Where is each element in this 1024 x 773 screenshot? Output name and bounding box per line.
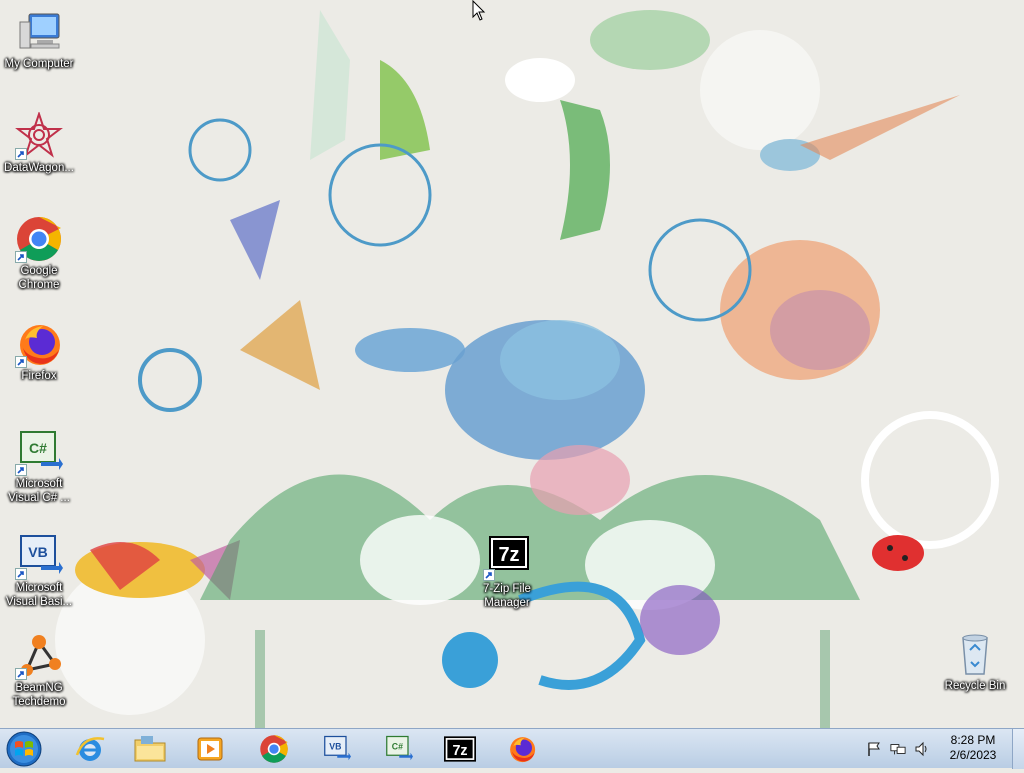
visual-csharp-icon: C# <box>15 428 63 476</box>
chrome-icon <box>260 735 288 763</box>
desktop-icon-label: Firefox <box>21 370 57 382</box>
vb-glyph-text: VB <box>329 742 341 752</box>
shortcut-arrow-icon <box>483 569 495 581</box>
chrome-icon <box>15 215 63 263</box>
desktop-icon-label: BeamNG Techdemo <box>12 682 66 708</box>
shortcut-arrow-icon <box>15 251 27 263</box>
taskbar-visual-csharp[interactable]: C# <box>372 731 424 767</box>
visual-basic-icon: VB <box>15 532 63 580</box>
computer-icon <box>15 8 63 56</box>
desktop-icon-datawagon[interactable]: DataWagon... <box>2 110 76 175</box>
visual-basic-icon: VB <box>324 735 351 761</box>
csharp-glyph-text: C# <box>392 742 403 752</box>
shortcut-arrow-icon <box>15 148 27 160</box>
flag-icon[interactable] <box>866 741 882 757</box>
taskbar-firefox[interactable] <box>496 731 548 767</box>
volume-icon[interactable] <box>914 741 930 757</box>
desktop[interactable]: My Computer DataWagon... Google Chrome F… <box>0 0 1024 728</box>
start-button[interactable] <box>4 730 44 768</box>
desktop-icon-label: Microsoft Visual C# ... <box>8 478 70 504</box>
7zip-icon: 7z <box>483 533 531 581</box>
shortcut-arrow-icon <box>15 668 27 680</box>
taskbar-7zip[interactable]: 7z <box>434 731 486 767</box>
shortcut-arrow-icon <box>15 356 27 368</box>
desktop-icon-label: Google Chrome <box>18 265 60 291</box>
taskbar-file-explorer[interactable] <box>124 731 176 767</box>
desktop-icon-recycle-bin[interactable]: Recycle Bin <box>938 630 1012 693</box>
clock-date: 2/6/2023 <box>949 748 997 762</box>
ie-icon <box>75 737 105 761</box>
desktop-icon-google-chrome[interactable]: Google Chrome <box>2 215 76 292</box>
taskbar-media-player[interactable] <box>184 731 236 767</box>
taskbar-visual-basic[interactable]: VB <box>310 731 362 767</box>
windows-orb-icon <box>6 731 42 767</box>
desktop-icon-label: 7-Zip File Manager <box>483 583 531 609</box>
taskbar-chrome[interactable] <box>248 731 300 767</box>
7zip-glyph-text: 7z <box>498 544 519 566</box>
beamng-icon <box>15 632 63 680</box>
visual-csharp-icon: C# <box>386 735 413 761</box>
desktop-icon-firefox[interactable]: Firefox <box>2 320 76 383</box>
show-desktop-button[interactable] <box>1012 729 1024 769</box>
firefox-icon <box>15 320 63 368</box>
datawagon-icon <box>15 110 63 160</box>
folder-icon <box>134 736 166 762</box>
desktop-icon-7zip[interactable]: 7z 7-Zip File Manager <box>470 533 544 610</box>
firefox-icon <box>510 737 536 763</box>
wallpaper-image <box>0 0 1024 728</box>
vb-glyph-text: VB <box>28 544 47 560</box>
desktop-icon-label: Recycle Bin <box>944 680 1006 692</box>
desktop-icon-label: Microsoft Visual Basi... <box>5 582 73 608</box>
desktop-icon-beamng[interactable]: BeamNG Techdemo <box>2 632 76 709</box>
7zip-icon: 7z <box>444 736 476 762</box>
clock-time: 8:28 PM <box>950 733 996 747</box>
7zip-glyph-text: 7z <box>452 743 467 759</box>
desktop-icon-visual-csharp[interactable]: C# Microsoft Visual C# ... <box>2 428 76 505</box>
taskbar: VB C# 7z 8:28 PM 2/6/2023 <box>0 728 1024 769</box>
desktop-icon-label: My Computer <box>4 58 74 70</box>
desktop-icon-my-computer[interactable]: My Computer <box>2 8 76 71</box>
desktop-icon-label: DataWagon... <box>4 162 74 174</box>
csharp-glyph-text: C# <box>29 440 47 456</box>
shortcut-arrow-icon <box>15 568 27 580</box>
clock[interactable]: 8:28 PM 2/6/2023 <box>940 733 1006 763</box>
taskbar-internet-explorer[interactable] <box>64 731 116 767</box>
media-player-icon <box>197 737 223 761</box>
shortcut-arrow-icon <box>15 464 27 476</box>
mouse-cursor-icon <box>472 0 486 21</box>
network-icon[interactable] <box>890 741 906 757</box>
desktop-icon-visual-basic[interactable]: VB Microsoft Visual Basi... <box>2 532 76 609</box>
recycle-bin-icon <box>951 630 999 678</box>
